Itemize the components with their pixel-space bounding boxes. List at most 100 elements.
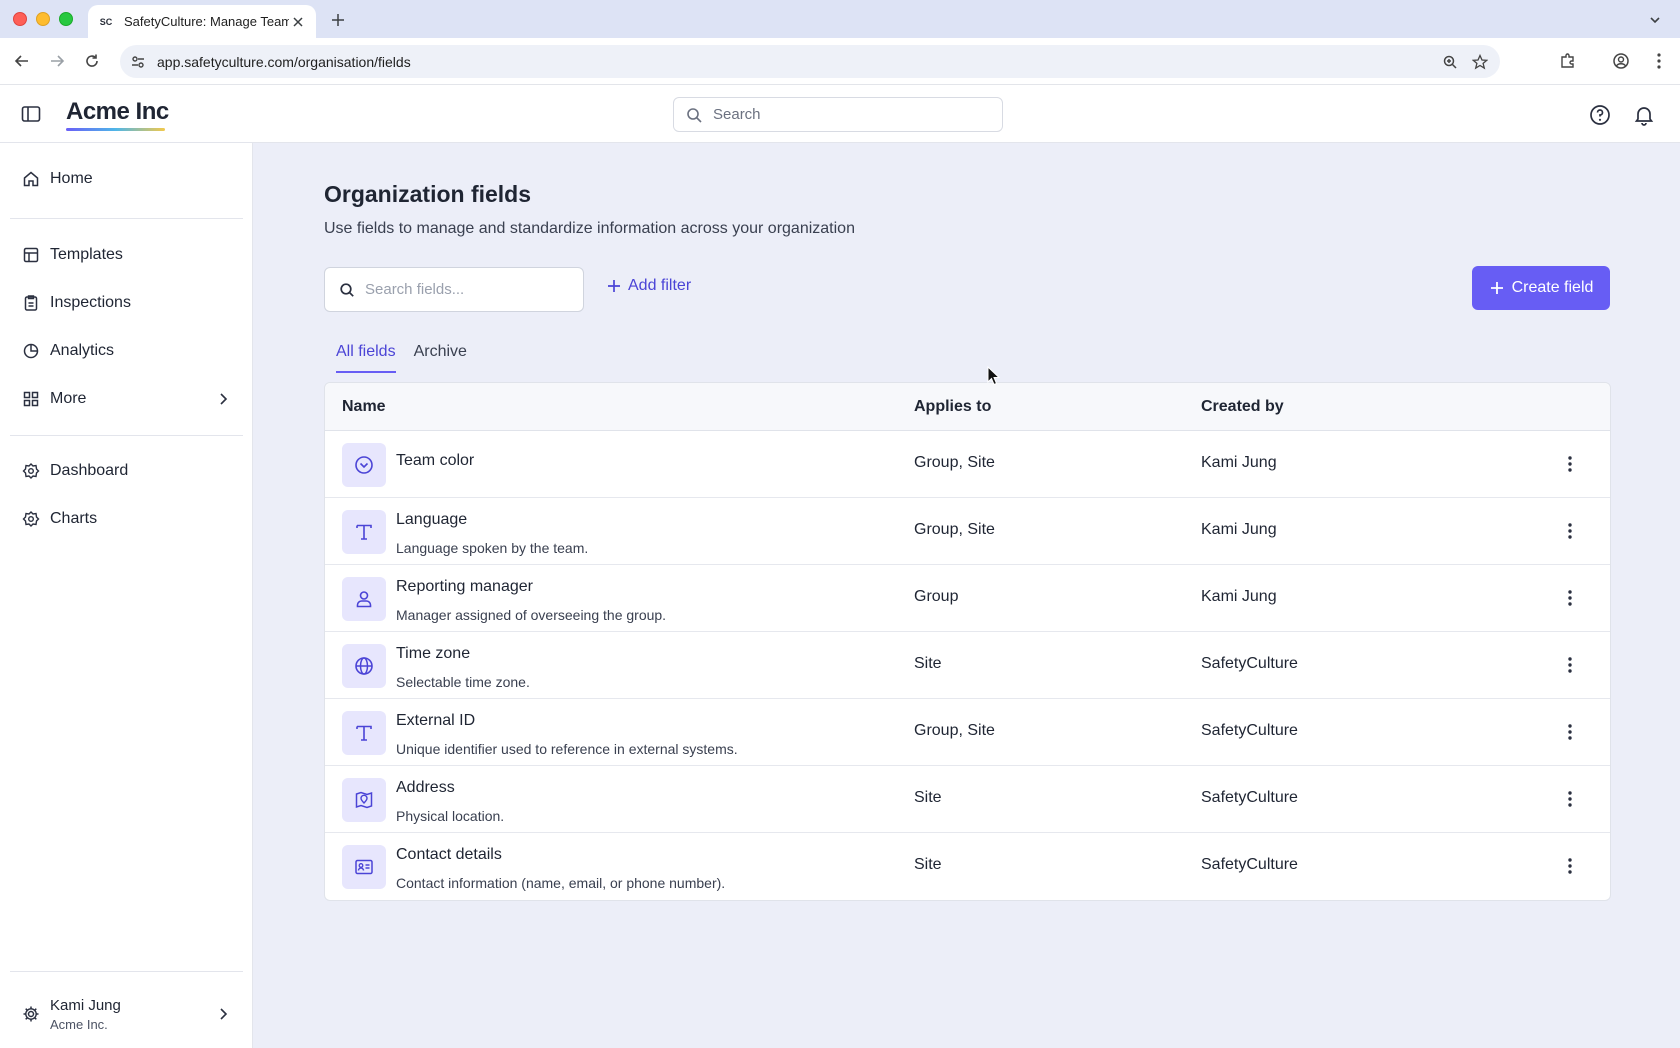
table-row[interactable]: Reporting manager Manager assigned of ov… [325,565,1610,632]
field-name: Time zone [396,645,471,662]
table-row[interactable]: Language Language spoken by the team. Gr… [325,498,1610,565]
global-search-input[interactable]: Search [673,97,1003,132]
close-window-button[interactable] [13,12,27,26]
browser-toolbar: app.safetyculture.com/organisation/field… [0,38,1680,85]
table-header: Name Applies to Created by [325,383,1610,431]
user-menu[interactable]: Kami Jung Acme Inc. [10,988,243,1040]
column-header-name[interactable]: Name [342,398,386,416]
url-text: app.safetyculture.com/organisation/field… [157,53,411,70]
field-created-by: SafetyCulture [1201,655,1298,672]
kebab-menu-icon[interactable] [1558,586,1582,610]
sidebar-item-label: Templates [50,246,123,263]
search-icon [339,282,355,298]
sidebar-item-label: Analytics [50,342,115,359]
tab-archive[interactable]: Archive [414,343,467,373]
gear-icon [22,1005,40,1023]
templates-icon [22,246,40,264]
kebab-menu-icon[interactable] [1558,854,1582,878]
plus-icon [1489,280,1505,296]
zoom-icon[interactable] [1442,54,1458,70]
text-icon [342,510,386,554]
search-icon [685,106,703,124]
forward-arrow-icon[interactable] [46,50,68,72]
kebab-menu-icon[interactable] [1558,653,1582,677]
kebab-menu-icon[interactable] [1558,787,1582,811]
browser-menu-icon[interactable] [1648,50,1670,72]
page-subtitle: Use fields to manage and standardize inf… [324,220,855,237]
notifications-bell-icon[interactable] [1632,103,1656,127]
minimize-window-button[interactable] [36,12,50,26]
table-row[interactable]: External ID Unique identifier used to re… [325,699,1610,766]
sidebar-toggle-icon[interactable] [20,103,42,125]
create-field-label: Create field [1511,279,1594,296]
browser-tab[interactable]: SC SafetyCulture: Manage Teams [88,5,316,38]
tab-all-fields[interactable]: All fields [336,343,396,373]
address-bar[interactable]: app.safetyculture.com/organisation/field… [120,45,1500,78]
table-row[interactable]: Time zone Selectable time zone. Site Saf… [325,632,1610,699]
home-icon [22,170,40,188]
new-tab-icon[interactable] [327,9,349,31]
table-row[interactable]: Team color Group, Site Kami Jung [325,431,1610,498]
field-created-by: SafetyCulture [1201,722,1298,739]
sidebar-item-templates[interactable]: Templates [10,237,243,273]
sidebar-item-home[interactable]: Home [10,161,243,197]
sidebar-item-label: More [50,390,87,407]
sidebar-item-inspections[interactable]: Inspections [10,285,243,321]
field-description: Language spoken by the team. [396,540,589,556]
app-header: Acme Inc Search [0,85,1680,143]
field-created-by: SafetyCulture [1201,856,1298,873]
logo-underline [66,128,165,131]
tab-search-chevron-icon[interactable] [1644,9,1666,31]
column-header-applies-to[interactable]: Applies to [914,398,991,416]
table-row[interactable]: Address Physical location. Site SafetyCu… [325,766,1610,833]
field-created-by: Kami Jung [1201,454,1277,471]
sidebar-item-label: Dashboard [50,462,129,479]
field-applies-to: Site [914,856,942,873]
maximize-window-button[interactable] [59,12,73,26]
back-arrow-icon[interactable] [11,50,33,72]
sidebar-item-dashboard[interactable]: Dashboard [10,453,243,489]
field-created-by: Kami Jung [1201,588,1277,605]
browser-tab-strip: SC SafetyCulture: Manage Teams [0,0,1680,38]
field-name: Contact details [396,846,502,863]
kebab-menu-icon[interactable] [1558,452,1582,476]
field-name: Team color [396,452,475,469]
sidebar-divider [10,218,243,219]
help-icon[interactable] [1588,103,1612,127]
create-field-button[interactable]: Create field [1472,266,1610,310]
field-tabs: All fields Archive [336,343,467,373]
field-applies-to: Group, Site [914,722,995,739]
field-description: Unique identifier used to reference in e… [396,741,738,757]
field-created-by: SafetyCulture [1201,789,1298,806]
global-search-placeholder: Search [713,106,761,123]
org-logo[interactable]: Acme Inc [66,98,169,126]
field-name: External ID [396,712,476,729]
field-name: Address [396,779,455,796]
map-pin-icon [342,778,386,822]
chevron-right-icon [215,391,231,407]
sidebar-item-more[interactable]: More [10,381,243,417]
profile-icon[interactable] [1610,50,1632,72]
reload-icon[interactable] [81,50,103,72]
field-search-input[interactable] [365,281,565,298]
sidebar-item-analytics[interactable]: Analytics [10,333,243,369]
add-filter-button[interactable]: Add filter [606,277,691,295]
field-applies-to: Group, Site [914,521,995,538]
field-description: Manager assigned of overseeing the group… [396,607,667,623]
site-info-icon[interactable] [127,51,149,73]
bookmark-star-icon[interactable] [1472,53,1488,70]
sidebar-item-charts[interactable]: Charts [10,501,243,537]
kebab-menu-icon[interactable] [1558,720,1582,744]
sidebar-item-label: Charts [50,510,98,527]
dashboard-icon [22,462,40,480]
sidebar-divider [10,971,243,972]
grid-icon [22,390,40,408]
kebab-menu-icon[interactable] [1558,519,1582,543]
charts-icon [22,510,40,528]
column-header-created-by[interactable]: Created by [1201,398,1284,416]
field-search-box[interactable] [324,267,584,312]
table-row[interactable]: Contact details Contact information (nam… [325,833,1610,900]
safetyculture-favicon-icon: SC [99,16,113,27]
close-tab-icon[interactable] [290,14,306,30]
extensions-puzzle-icon[interactable] [1557,50,1579,72]
